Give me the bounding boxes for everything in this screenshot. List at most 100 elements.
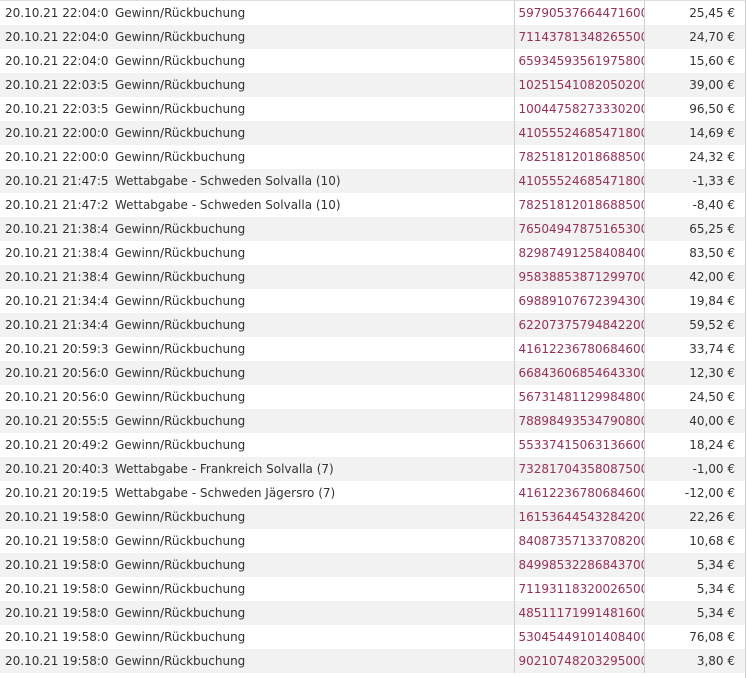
description-cell: Gewinn/Rückbuchung xyxy=(109,649,515,673)
reference-link[interactable]: 161536445432842001 xyxy=(514,505,645,529)
table-row: 20.10.21 22:00:06 Gewinn/Rückbuchung 41055… xyxy=(0,121,745,145)
transactions-table: 20.10.21 22:04:01 Gewinn/Rückbuchung 59790… xyxy=(0,1,745,673)
date-cell: 20.10.21 20:49:27 xyxy=(5,438,109,452)
date-cell: 20.10.21 22:04:01 xyxy=(0,25,109,49)
amount-cell: 65,25 € xyxy=(644,217,745,241)
description-cell: Gewinn/Rückbuchung xyxy=(109,577,515,601)
amount-cell: 39,00 € xyxy=(644,73,745,97)
reference-link[interactable]: 958388538712997001 xyxy=(514,265,645,289)
reference-link[interactable]: 840873571337082001 xyxy=(514,529,645,553)
reference-link[interactable]: 698891076723943001 xyxy=(514,289,645,313)
amount-cell: -12,00 € xyxy=(684,486,735,500)
table-row: 20.10.21 22:00:00 Gewinn/Rückbuchung 78251… xyxy=(0,145,745,169)
description-cell: Wettabgabe - Schweden Solvalla (10) xyxy=(109,193,515,217)
date-cell: 20.10.21 22:04:00 xyxy=(5,54,109,68)
reference-link[interactable]: 765049478751653001 xyxy=(514,217,645,241)
date-cell: 20.10.21 19:58:05 xyxy=(0,601,109,625)
table-row: 20.10.21 21:47:58 Wettabgabe - Schweden S… xyxy=(0,169,745,193)
date-cell: 20.10.21 21:34:49 xyxy=(5,294,109,308)
description-cell: Wettabgabe - Frankreich Solvalla (7) xyxy=(109,457,515,481)
date-cell: 20.10.21 20:40:35 xyxy=(0,457,109,481)
amount-cell: 33,74 € xyxy=(689,342,735,356)
reference-link[interactable]: 668436068546433001 xyxy=(514,361,645,385)
amount-cell: 5,34 € xyxy=(644,553,745,577)
table-row: 20.10.21 19:58:05 Gewinn/Rückbuchung 48511… xyxy=(0,601,745,625)
table-row: 20.10.21 19:58:05 Gewinn/Rückbuchung 71193… xyxy=(0,577,745,601)
table-row: 20.10.21 21:34:49 Gewinn/Rückbuchung 62207… xyxy=(0,313,745,337)
description-cell: Gewinn/Rückbuchung xyxy=(109,49,515,73)
amount-cell: 5,34 € xyxy=(696,582,735,596)
description-cell: Wettabgabe - Schweden Solvalla (10) xyxy=(109,169,515,193)
amount-cell: 19,84 € xyxy=(689,294,735,308)
reference-link[interactable]: 567314811299848001 xyxy=(514,385,645,409)
table-row: 20.10.21 19:58:07 Gewinn/Rückbuchung 84998… xyxy=(0,553,745,577)
description-cell: Gewinn/Rückbuchung xyxy=(109,265,515,289)
reference-link[interactable]: 410555246854718001 xyxy=(514,121,645,145)
reference-link[interactable]: 902107482032950001 xyxy=(514,649,645,673)
table-row: 20.10.21 19:58:02 Gewinn/Rückbuchung 53045… xyxy=(0,625,745,649)
table-row: 20.10.21 21:47:25 Wettabgabe - Schweden S… xyxy=(0,193,745,217)
amount-cell: 3,80 € xyxy=(644,649,745,673)
date-cell: 20.10.21 20:55:59 xyxy=(0,409,109,433)
date-cell: 20.10.21 22:00:06 xyxy=(0,121,109,145)
table-row: 20.10.21 22:03:58 Gewinn/Rückbuchung 10251… xyxy=(0,73,745,97)
reference-link[interactable]: 732817043580875001 xyxy=(514,457,645,481)
amount-cell: 24,50 € xyxy=(689,390,735,404)
reference-link[interactable]: 659345935619758001 xyxy=(514,49,645,73)
date-cell: 20.10.21 20:19:58 xyxy=(5,486,109,500)
description-cell: Gewinn/Rückbuchung xyxy=(109,529,515,553)
description-cell: Gewinn/Rückbuchung xyxy=(109,337,515,361)
date-cell: 20.10.21 19:58:07 xyxy=(5,534,109,548)
amount-cell: 40,00 € xyxy=(644,409,745,433)
table-row: 20.10.21 21:38:44 Gewinn/Rückbuchung 95838… xyxy=(0,265,745,289)
description-cell: Gewinn/Rückbuchung xyxy=(109,625,515,649)
description-cell: Gewinn/Rückbuchung xyxy=(109,505,515,529)
date-cell: 20.10.21 21:47:25 xyxy=(5,198,109,212)
amount-cell: 5,34 € xyxy=(644,601,745,625)
table-row: 20.10.21 20:49:27 Gewinn/Rückbuchung 55337… xyxy=(0,433,745,457)
amount-cell: 18,24 € xyxy=(689,438,735,452)
date-cell: 20.10.21 21:38:46 xyxy=(0,217,109,241)
table-row: 20.10.21 20:40:35 Wettabgabe - Frankreich… xyxy=(0,457,745,481)
reference-link[interactable]: 597905376644716001 xyxy=(514,1,645,25)
table-row: 20.10.21 22:04:00 Gewinn/Rückbuchung 65934… xyxy=(0,49,745,73)
amount-cell: 25,45 € xyxy=(689,6,735,20)
reference-link[interactable]: 100447582733302001 xyxy=(514,97,645,121)
date-cell: 20.10.21 22:03:58 xyxy=(0,73,109,97)
description-cell: Gewinn/Rückbuchung xyxy=(109,289,515,313)
reference-link[interactable]: 530454491014084001 xyxy=(514,625,645,649)
reference-link[interactable]: 553374150631366001 xyxy=(514,433,645,457)
amount-cell: 24,70 € xyxy=(644,25,745,49)
description-cell: Gewinn/Rückbuchung xyxy=(109,217,515,241)
reference-link[interactable]: 711437813482655001 xyxy=(514,25,645,49)
description-cell: Gewinn/Rückbuchung xyxy=(109,553,515,577)
reference-link[interactable]: 416122367806846001 xyxy=(514,481,645,505)
reference-link[interactable]: 782518120186885001 xyxy=(514,145,645,169)
amount-cell: 22,26 € xyxy=(644,505,745,529)
description-cell: Gewinn/Rückbuchung xyxy=(109,97,515,121)
reference-link[interactable]: 711931183200265001 xyxy=(514,577,645,601)
amount-cell: 76,08 € xyxy=(689,630,735,644)
reference-link[interactable]: 849985322868437001 xyxy=(514,553,645,577)
amount-cell: 10,68 € xyxy=(689,534,735,548)
reference-link[interactable]: 788984935347908001 xyxy=(514,409,645,433)
description-cell: Wettabgabe - Schweden Jägersro (7) xyxy=(109,481,515,505)
description-cell: Gewinn/Rückbuchung xyxy=(109,1,515,25)
reference-link[interactable]: 782518120186885001 xyxy=(514,193,645,217)
reference-link[interactable]: 622073757948422001 xyxy=(514,313,645,337)
date-cell: 20.10.21 22:03:58 xyxy=(5,102,109,116)
reference-link[interactable]: 102515410820502001 xyxy=(514,73,645,97)
transactions-table-body: 20.10.21 22:04:01 Gewinn/Rückbuchung 59790… xyxy=(0,1,745,673)
reference-link[interactable]: 485111719914816001 xyxy=(514,601,645,625)
table-row: 20.10.21 21:38:46 Gewinn/Rückbuchung 82987… xyxy=(0,241,745,265)
table-row: 20.10.21 20:56:01 Gewinn/Rückbuchung 56731… xyxy=(0,385,745,409)
table-row: 20.10.21 21:34:49 Gewinn/Rückbuchung 69889… xyxy=(0,289,745,313)
reference-link[interactable]: 829874912584084001 xyxy=(514,241,645,265)
description-cell: Gewinn/Rückbuchung xyxy=(109,409,515,433)
date-cell: 20.10.21 19:58:02 xyxy=(5,630,109,644)
reference-link[interactable]: 410555246854718001 xyxy=(514,169,645,193)
amount-cell: 96,50 € xyxy=(689,102,735,116)
description-cell: Gewinn/Rückbuchung xyxy=(109,121,515,145)
reference-link[interactable]: 416122367806846001 xyxy=(514,337,645,361)
date-cell: 20.10.21 22:00:00 xyxy=(5,150,109,164)
